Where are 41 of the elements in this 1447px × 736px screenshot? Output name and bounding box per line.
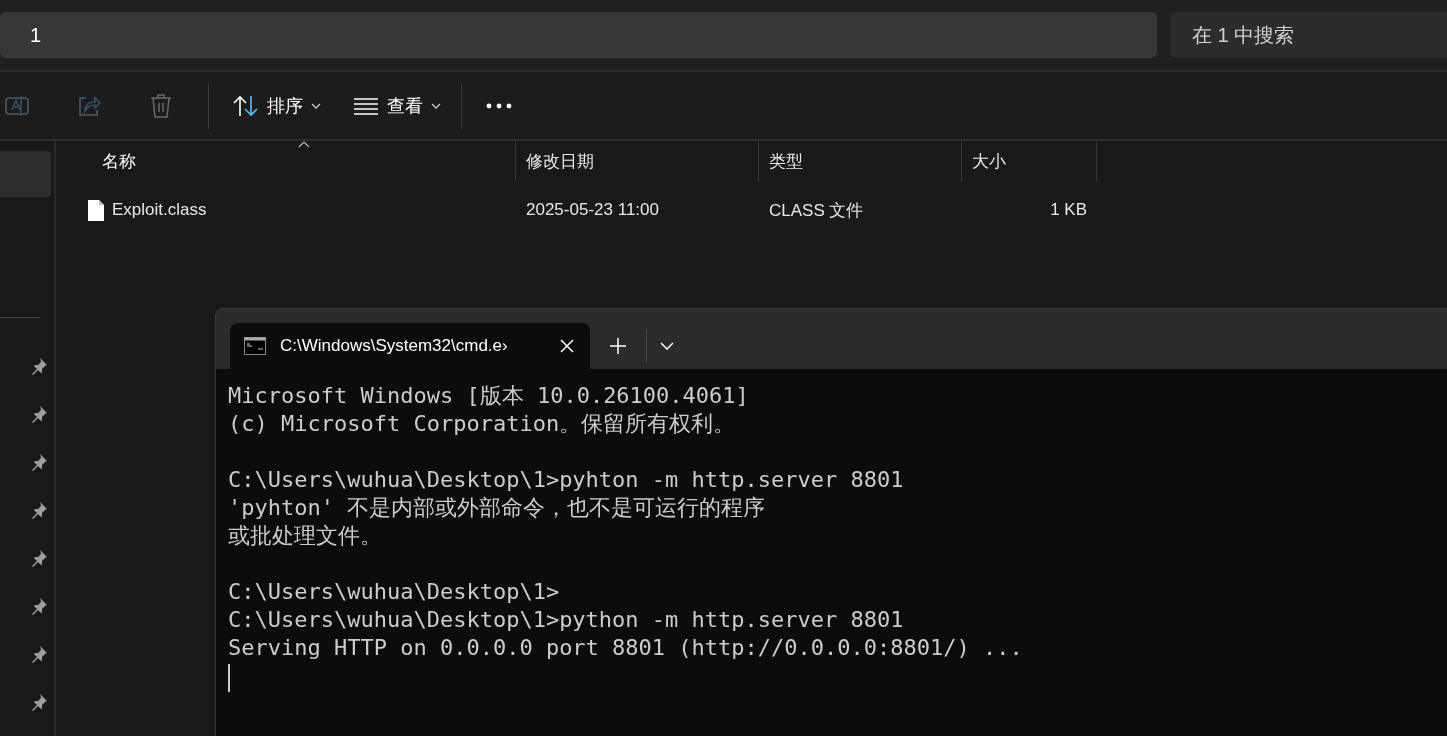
file-name[interactable]: Exploit.class — [112, 200, 207, 220]
console-line: (c) Microsoft Corporation。保留所有权利。 — [228, 411, 736, 436]
console-line: 或批处理文件。 — [228, 523, 382, 548]
console-line: 'pyhton' 不是内部或外部命令，也不是可运行的程序 — [228, 495, 766, 520]
share-icon — [76, 93, 102, 118]
chevron-down-icon — [431, 102, 441, 109]
pin-icon — [30, 405, 48, 423]
close-icon — [560, 339, 574, 353]
terminal-tab[interactable]: C:\Windows\System32\cmd.e› — [230, 323, 590, 369]
console-line: C:\Users\wuhua\Desktop\1>pyhton -m http.server 8801 — [228, 467, 904, 492]
more-icon — [486, 102, 512, 109]
chevron-down-icon — [311, 102, 321, 109]
pin-icon — [30, 357, 48, 375]
console-line: Microsoft Windows [版本 10.0.26100.4061] — [228, 383, 749, 408]
column-header[interactable]: 名称 — [92, 141, 516, 181]
console-line: Serving HTTP on 0.0.0.0 port 8801 (http://0.0.0.0:8801/) ... — [228, 635, 1023, 660]
pin-icon — [30, 645, 48, 663]
pin-icon — [30, 693, 48, 711]
file-icon — [88, 199, 104, 221]
pin-icon — [30, 549, 48, 567]
console-line: C:\Users\wuhua\Desktop\1>python -m http.server 8801 — [228, 607, 904, 632]
column-header[interactable]: 类型 — [759, 141, 962, 181]
list-view-icon — [353, 96, 379, 115]
console-icon — [244, 337, 266, 355]
file-size: 1 KB — [1050, 200, 1087, 219]
trash-icon — [149, 92, 173, 119]
column-header[interactable]: 大小 — [962, 141, 1097, 181]
search-field[interactable]: 在 1 中搜索 — [1170, 12, 1447, 58]
pin-icon — [30, 501, 48, 519]
console-line: C:\Users\wuhua\Desktop\1> — [228, 579, 560, 604]
address-field[interactable]: 1 — [0, 12, 1157, 58]
file-type: CLASS 文件 — [769, 200, 864, 220]
sort-icon — [233, 94, 259, 117]
pin-icon — [30, 453, 48, 471]
sort-button[interactable]: 排序 — [221, 81, 333, 130]
pin-icon — [30, 597, 48, 615]
column-header[interactable]: 修改日期 — [516, 141, 759, 181]
chevron-down-icon — [660, 342, 674, 350]
modified-date: 2025-05-23 11:00 — [526, 200, 659, 219]
view-button[interactable]: 查看 — [341, 81, 453, 130]
plus-icon — [609, 337, 627, 355]
